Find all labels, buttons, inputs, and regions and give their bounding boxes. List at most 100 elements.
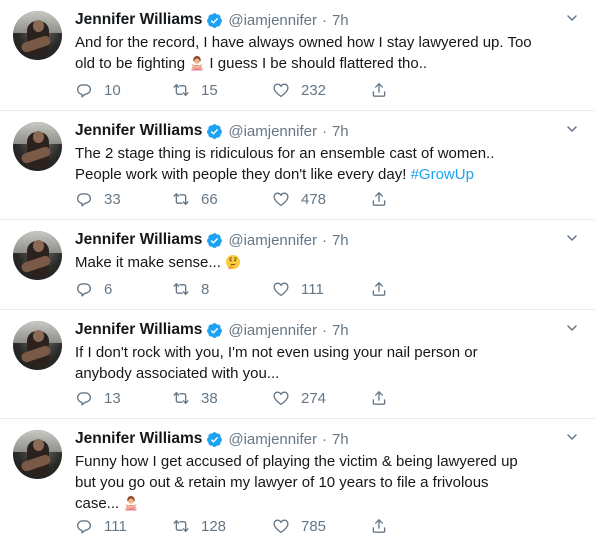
tweet-text: Make it make sense...: [75, 252, 580, 273]
tweet-text-line: People work with people they don't like …: [75, 164, 580, 185]
share-icon: [370, 190, 388, 208]
retweet-button[interactable]: 128: [172, 516, 226, 536]
share-button[interactable]: [370, 388, 388, 408]
hashtag-link[interactable]: #GrowUp: [411, 166, 474, 183]
user-handle[interactable]: @iamjennifer: [228, 12, 317, 29]
like-icon: [272, 280, 290, 298]
tweet-text-line: The 2 stage thing is ridiculous for an e…: [75, 145, 495, 162]
retweet-count: 38: [201, 389, 218, 407]
tweet-text: And for the record, I have always owned …: [75, 32, 580, 74]
separator-dot: ·: [321, 321, 327, 339]
share-icon: [370, 81, 388, 99]
tweet-text-line: If I don't rock with you, I'm not even u…: [75, 344, 478, 361]
timestamp[interactable]: 7h: [332, 431, 349, 448]
like-button[interactable]: 232: [272, 80, 326, 100]
timestamp[interactable]: 7h: [332, 232, 349, 249]
like-count: 232: [301, 81, 327, 99]
avatar[interactable]: [13, 430, 62, 479]
user-handle[interactable]: @iamjennifer: [228, 431, 317, 448]
tweet[interactable]: Jennifer Williams @iamjennifer · 7h The …: [0, 111, 595, 219]
retweet-icon: [172, 389, 190, 407]
display-name[interactable]: Jennifer Williams: [75, 122, 202, 140]
retweet-button[interactable]: 8: [172, 279, 209, 299]
tweet-text-line: old to be fighting I guess I be should f…: [75, 53, 580, 74]
tweet-header: Jennifer Williams @iamjennifer · 7h: [75, 429, 349, 449]
retweet-button[interactable]: 15: [172, 80, 218, 100]
tweet-text-line: Make it make sense...: [75, 252, 580, 273]
display-name[interactable]: Jennifer Williams: [75, 231, 202, 249]
retweet-button[interactable]: 66: [172, 189, 218, 209]
chevron-down-icon[interactable]: [566, 232, 578, 244]
verified-badge-icon: [206, 232, 223, 249]
retweet-count: 128: [201, 517, 227, 535]
separator-dot: ·: [321, 430, 327, 448]
avatar[interactable]: [13, 11, 62, 60]
retweet-icon: [172, 517, 190, 535]
verified-badge-icon: [206, 322, 223, 339]
like-button[interactable]: 478: [272, 189, 326, 209]
timestamp[interactable]: 7h: [332, 12, 349, 29]
separator-dot: ·: [321, 122, 327, 140]
avatar[interactable]: [13, 231, 62, 280]
chevron-down-icon[interactable]: [566, 431, 578, 443]
chevron-down-icon[interactable]: [566, 322, 578, 334]
like-button[interactable]: 274: [272, 388, 326, 408]
tweet-text-segment: People work with people they don't like …: [75, 166, 411, 183]
display-name[interactable]: Jennifer Williams: [75, 430, 202, 448]
avatar[interactable]: [13, 321, 62, 370]
user-handle[interactable]: @iamjennifer: [228, 232, 317, 249]
share-button[interactable]: [370, 189, 388, 209]
tweet-text-line: case...: [75, 493, 580, 514]
tweet[interactable]: Jennifer Williams @iamjennifer · 7h And …: [0, 0, 595, 110]
retweet-count: 8: [201, 280, 210, 298]
user-handle[interactable]: @iamjennifer: [228, 123, 317, 140]
like-count: 111: [301, 280, 324, 298]
reply-button[interactable]: 6: [75, 279, 112, 299]
reply-count: 13: [104, 389, 121, 407]
tweet-header: Jennifer Williams @iamjennifer · 7h: [75, 230, 349, 250]
chevron-down-icon[interactable]: [566, 12, 578, 24]
reply-button[interactable]: 111: [75, 516, 127, 536]
reply-icon: [75, 81, 93, 99]
like-count: 785: [301, 517, 327, 535]
share-button[interactable]: [370, 279, 388, 299]
tweet-text: The 2 stage thing is ridiculous for an e…: [75, 143, 580, 185]
separator-dot: ·: [321, 11, 327, 29]
verified-badge-icon: [206, 431, 223, 448]
user-handle[interactable]: @iamjennifer: [228, 322, 317, 339]
timestamp[interactable]: 7h: [332, 123, 349, 140]
retweet-count: 66: [201, 190, 218, 208]
tweet-text-line: Funny how I get accused of playing the v…: [75, 453, 518, 470]
like-icon: [272, 389, 290, 407]
retweet-count: 15: [201, 81, 218, 99]
reply-button[interactable]: 13: [75, 388, 121, 408]
retweet-button[interactable]: 38: [172, 388, 218, 408]
reply-count: 111: [104, 517, 127, 535]
chevron-down-icon[interactable]: [566, 123, 578, 135]
tweet[interactable]: Jennifer Williams @iamjennifer · 7h Funn…: [0, 419, 595, 544]
person-gesturing-no-emoji-icon: [189, 55, 205, 71]
reply-count: 10: [104, 81, 121, 99]
person-gesturing-no-emoji-icon: [123, 495, 139, 511]
like-count: 274: [301, 389, 327, 407]
timestamp[interactable]: 7h: [332, 322, 349, 339]
reply-count: 33: [104, 190, 121, 208]
avatar[interactable]: [13, 122, 62, 171]
display-name[interactable]: Jennifer Williams: [75, 321, 202, 339]
reply-button[interactable]: 10: [75, 80, 121, 100]
reply-button[interactable]: 33: [75, 189, 121, 209]
tweet-header: Jennifer Williams @iamjennifer · 7h: [75, 320, 349, 340]
display-name[interactable]: Jennifer Williams: [75, 11, 202, 29]
like-count: 478: [301, 190, 327, 208]
tweet[interactable]: Jennifer Williams @iamjennifer · 7h If I…: [0, 310, 595, 418]
share-button[interactable]: [370, 80, 388, 100]
retweet-icon: [172, 190, 190, 208]
like-icon: [272, 517, 290, 535]
like-button[interactable]: 111: [272, 279, 324, 299]
share-button[interactable]: [370, 516, 388, 536]
verified-badge-icon: [206, 12, 223, 29]
tweet[interactable]: Jennifer Williams @iamjennifer · 7h Make…: [0, 220, 595, 309]
like-button[interactable]: 785: [272, 516, 326, 536]
tweet-text: Funny how I get accused of playing the v…: [75, 451, 580, 514]
tweet-text-segment: case...: [75, 495, 124, 512]
